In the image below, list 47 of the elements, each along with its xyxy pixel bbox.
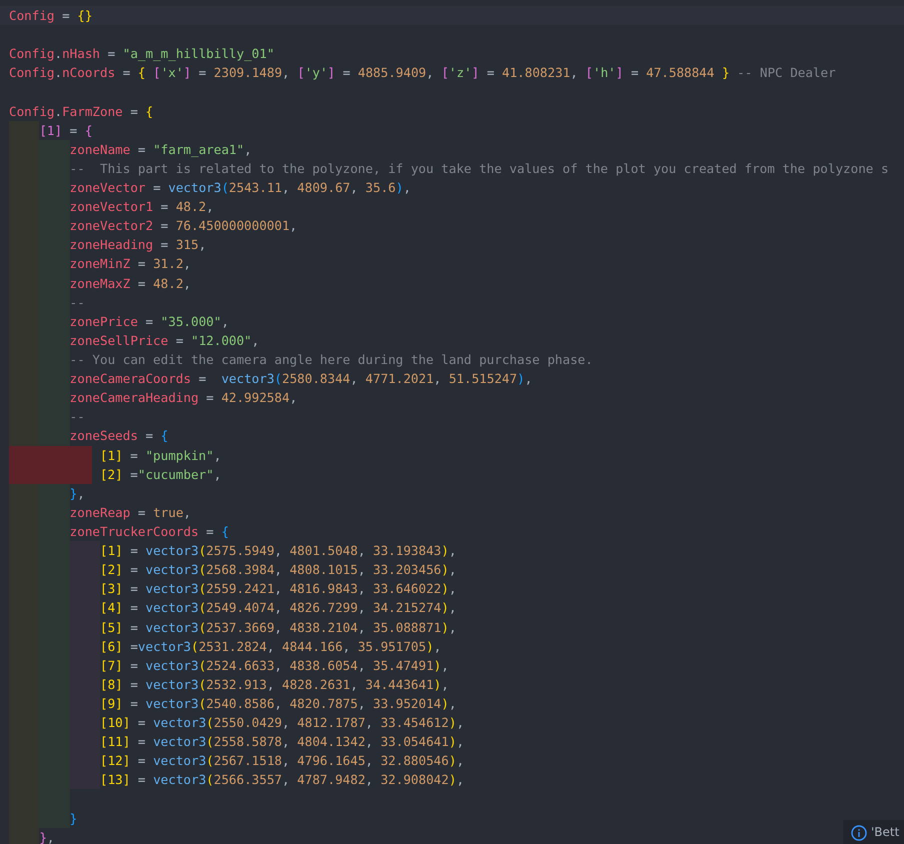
code-line: zoneSellPrice = "12.000", <box>70 332 260 350</box>
code-line: [11] = vector3(2558.5878, 4804.1342, 33.054641), <box>100 733 464 752</box>
code-line: [13] = vector3(2566.3557, 4787.9482, 32.908042), <box>100 771 464 790</box>
code-line: Config.nCoords = { ['x'] = 2309.1489, ['y'] = 4885.9409, ['z'] = 41.808231, ['h'] = 47.588844 } -- NPC Dealer <box>9 64 836 82</box>
code-line: [2] ="cucumber", <box>98 466 222 484</box>
code-line: zoneVector = vector3(2543.11, 4809.67, 35.6), <box>70 178 411 197</box>
code-line: [2] = vector3(2568.3984, 4808.1015, 33.203456), <box>100 561 456 580</box>
code-line: -- This part is related to the polyzone, if you take the values of the plot you created from the polyzone s <box>70 160 889 178</box>
code-line: [12] = vector3(2567.1518, 4796.1645, 32.880546), <box>100 752 464 770</box>
code-line: zoneVector1 = 48.2, <box>70 198 214 216</box>
info-icon <box>851 825 867 841</box>
indent-guide <box>9 426 40 446</box>
code-line: [7] = vector3(2524.6633, 4838.6054, 35.47491), <box>100 656 449 675</box>
code-line: zoneCameraHeading = 42.992584, <box>70 389 298 408</box>
code-line: } <box>70 810 78 828</box>
code-line: [1] = vector3(2575.5949, 4801.5048, 33.193843), <box>100 542 456 560</box>
code-line: Config.nHash = "a_m_m_hillbilly_01" <box>9 45 274 64</box>
code-line: -- You can edit the camera angle here during the land purchase phase. <box>70 350 593 369</box>
code-line: zoneHeading = 315, <box>70 236 206 254</box>
code-line: [6] =vector3(2531.2824, 4844.166, 35.951705), <box>100 638 442 656</box>
code-line: [4] = vector3(2549.4074, 4826.7299, 34.215274), <box>100 599 456 618</box>
code-line: zoneReap = true, <box>70 504 192 522</box>
code-line: zoneTruckerCoords = { <box>70 522 229 541</box>
code-line: [10] = vector3(2550.0429, 4812.1787, 33.454612), <box>100 714 464 732</box>
code-line: zoneName = "farm_area1", <box>70 140 252 159</box>
indent-guide <box>39 426 70 446</box>
code-line: }, <box>70 484 85 503</box>
code-line: zoneMaxZ = 48.2, <box>70 274 192 293</box>
indent-guide <box>9 484 40 503</box>
code-line: -- <box>70 294 85 312</box>
code-line: [3] = vector3(2559.2421, 4816.9843, 33.646022), <box>100 580 456 598</box>
code-line: [9] = vector3(2540.8586, 4820.7875, 33.952014), <box>100 694 456 713</box>
code-line: }, <box>39 828 55 844</box>
code-line: [1] = { <box>39 122 92 140</box>
code-line: Config.FarmZone = { <box>9 102 154 121</box>
code-line: Config = {} <box>9 7 92 25</box>
code-line: [1] = "pumpkin", <box>98 446 222 465</box>
code-line: [5] = vector3(2537.3669, 4838.2104, 35.088871), <box>100 618 456 636</box>
code-line: -- <box>70 408 85 426</box>
code-line: zonePrice = "35.000", <box>70 312 229 331</box>
notification-text: 'Bett <box>871 825 900 839</box>
indent-guide <box>39 484 70 503</box>
code-line: zoneMinZ = 31.2, <box>70 255 192 274</box>
code-line: zoneSeeds = { <box>70 427 168 446</box>
code-line: zoneCameraCoords = vector3(2580.8344, 4771.2021, 51.515247), <box>70 370 532 388</box>
code-line: zoneVector2 = 76.450000000001, <box>70 217 298 236</box>
code-line: [8] = vector3(2532.913, 4828.2631, 34.443641), <box>100 676 449 694</box>
